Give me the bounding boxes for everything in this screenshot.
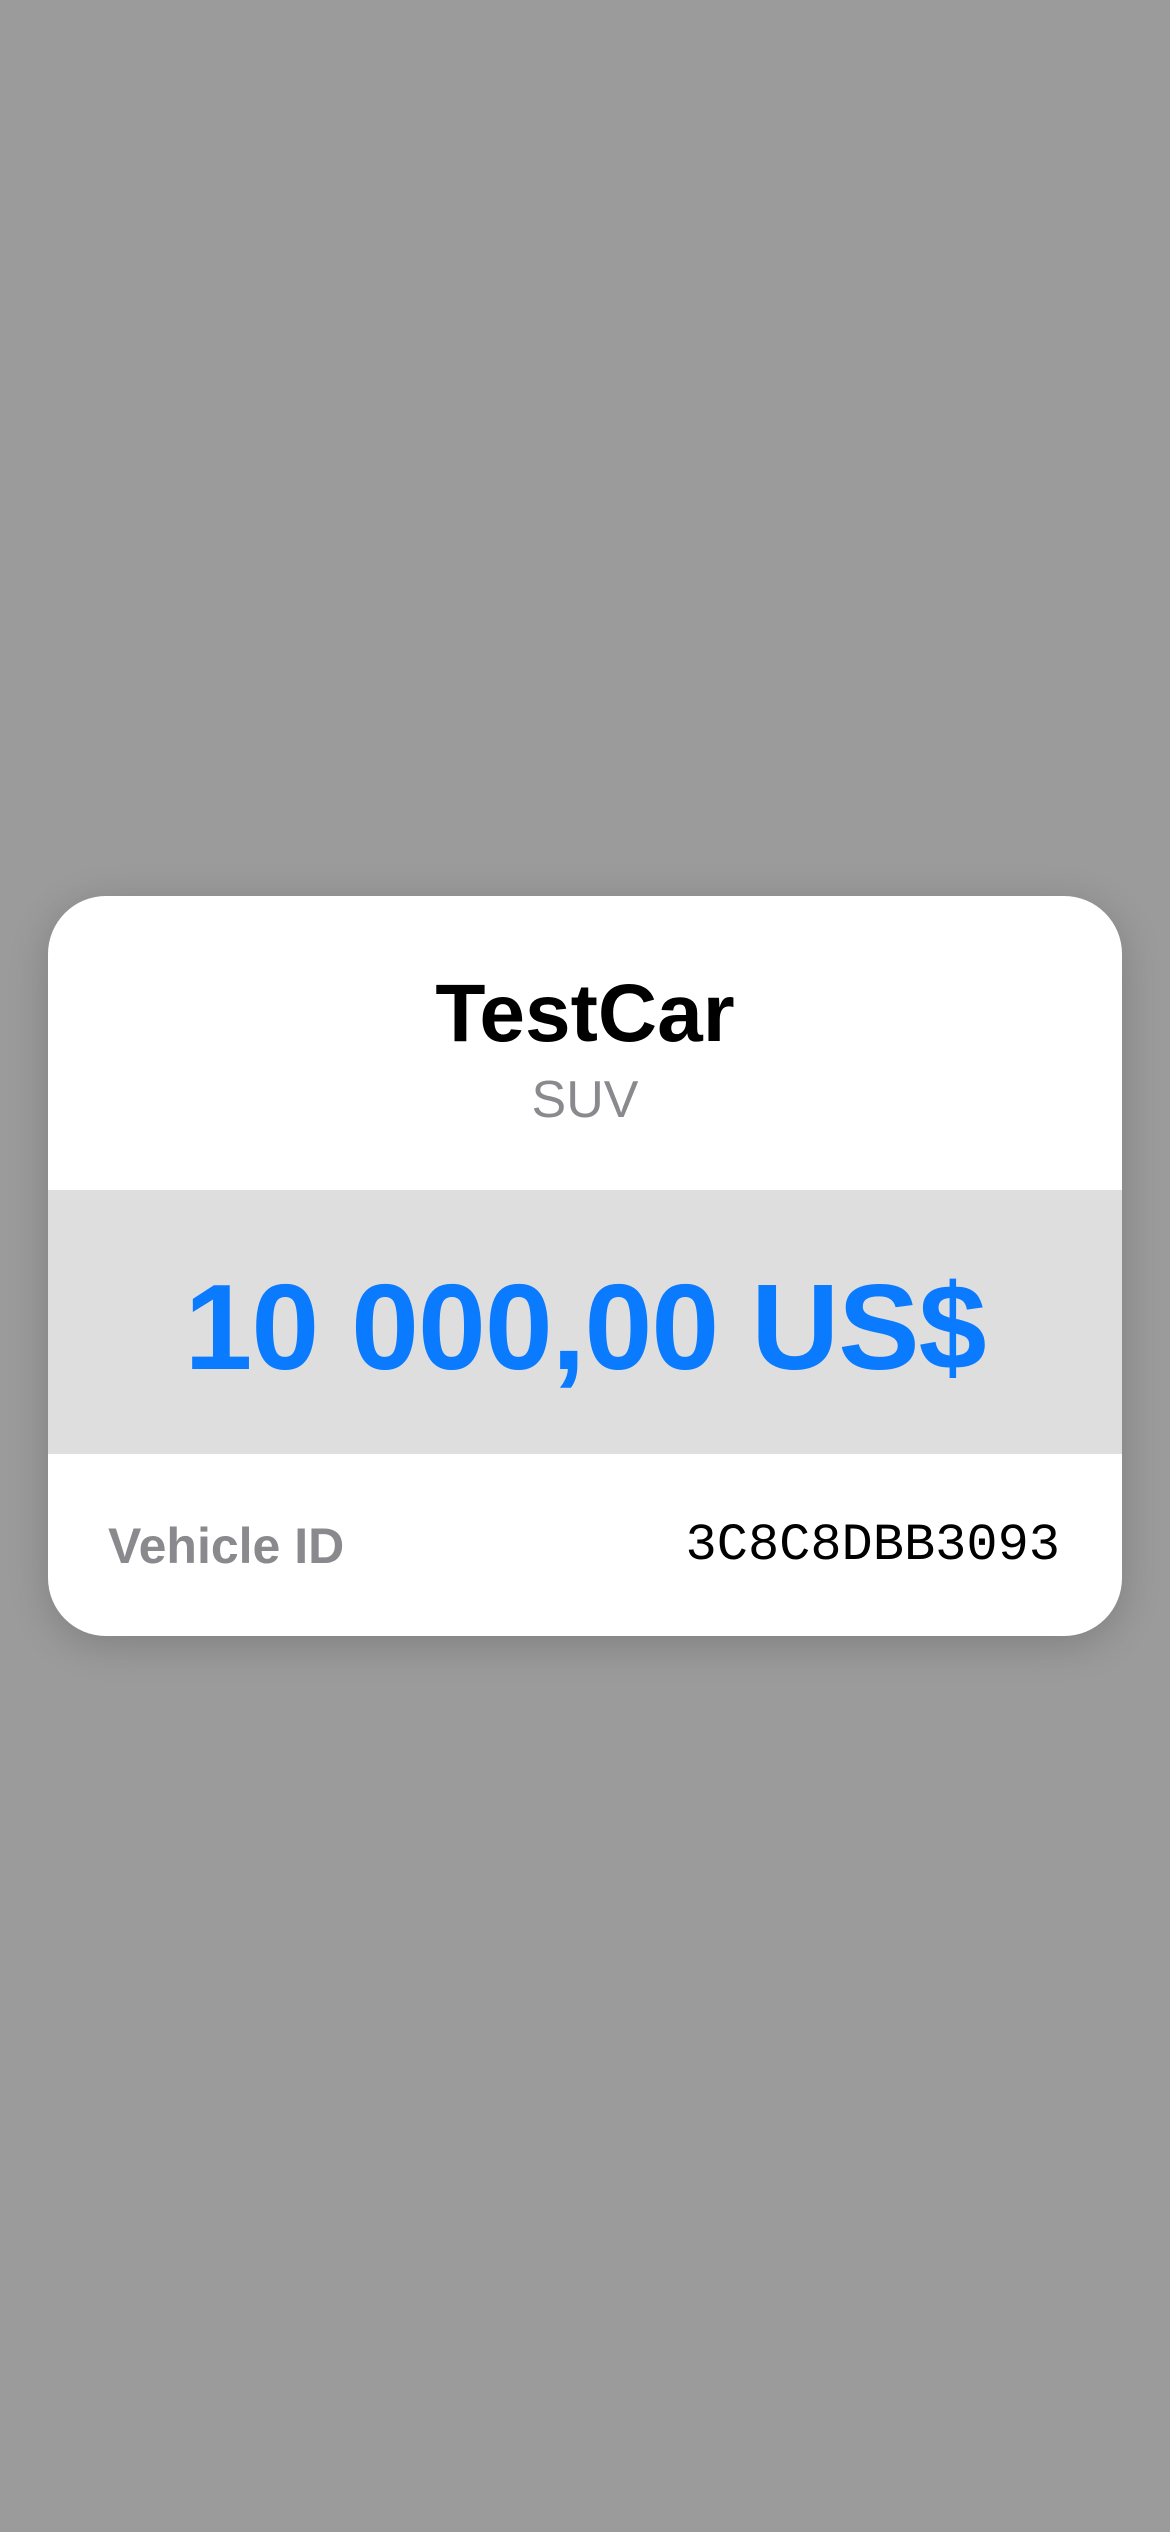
price-section: 10 000,00 US$ [48, 1190, 1122, 1454]
vehicle-id-value: 3C8C8DBB3093 [685, 1516, 1060, 1575]
vehicle-id-row: Vehicle ID 3C8C8DBB3093 [48, 1454, 1122, 1636]
vehicle-type: SUV [531, 1071, 639, 1129]
card-header: TestCar SUV [48, 896, 1122, 1190]
vehicle-id-label: Vehicle ID [108, 1518, 345, 1574]
vehicle-card: TestCar SUV 10 000,00 US$ Vehicle ID 3C8… [48, 896, 1122, 1636]
vehicle-price: 10 000,00 US$ [184, 1259, 987, 1395]
vehicle-name: TestCar [435, 968, 735, 1059]
